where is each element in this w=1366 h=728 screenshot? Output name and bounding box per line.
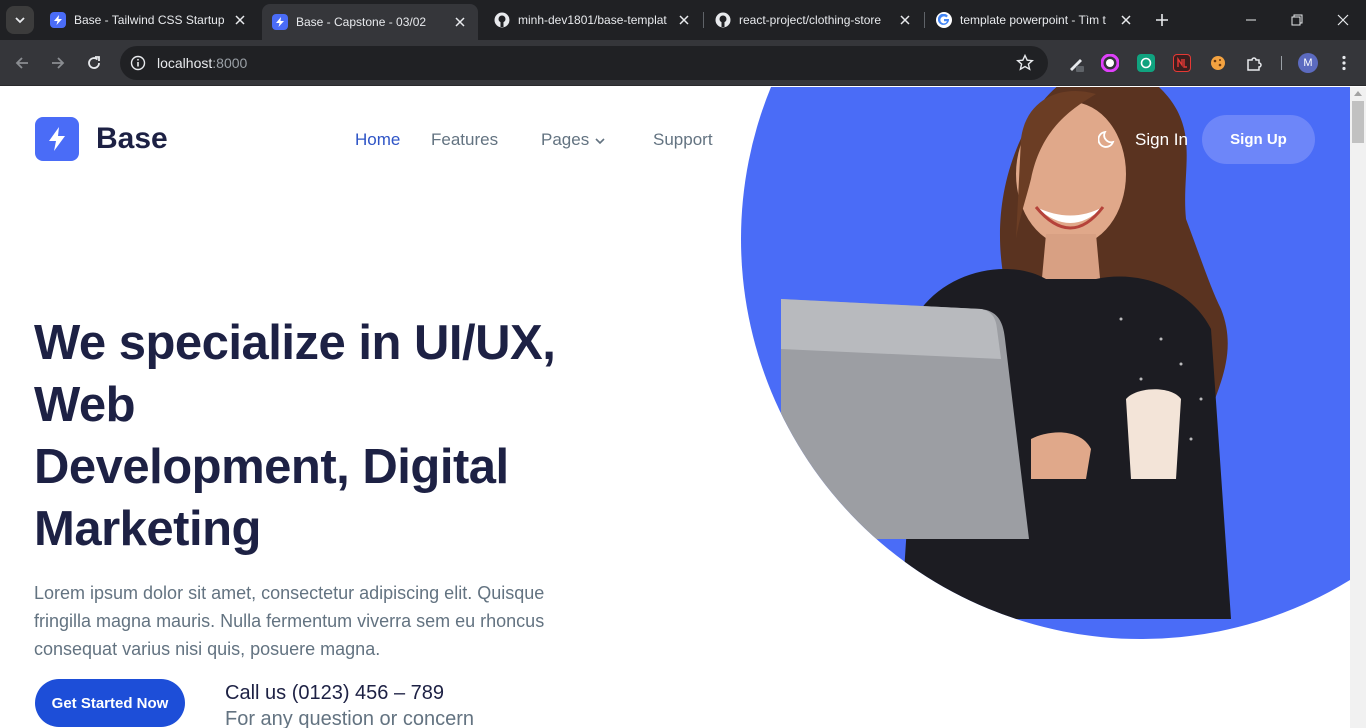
minimize-icon [1246, 19, 1256, 21]
url-host: localhost [157, 55, 213, 71]
tab-search-button[interactable] [6, 6, 34, 34]
tab-separator [703, 12, 704, 28]
headline-line: Web [34, 378, 136, 432]
close-tab-icon[interactable] [1118, 12, 1134, 28]
google-favicon-icon [936, 12, 952, 28]
tab-google-search[interactable]: template powerpoint - Tìm t [926, 4, 1144, 36]
browser-menu-icon[interactable] [1335, 54, 1353, 72]
bookmark-star-icon[interactable] [1016, 54, 1034, 72]
tab-title: minh-dev1801/base-templat [518, 13, 667, 27]
nav-pages-dropdown[interactable]: Pages [541, 130, 605, 150]
arrow-right-icon [52, 57, 65, 69]
tab-title: Base - Tailwind CSS Startup T [74, 13, 224, 27]
call-us-subtext: For any question or concern [225, 708, 475, 728]
nav-features-link[interactable]: Features [431, 130, 498, 150]
chatgpt-extension-icon[interactable] [1137, 54, 1155, 72]
tab-base-capstone[interactable]: Base - Capstone - 03/02 [262, 4, 478, 40]
close-tab-icon[interactable] [452, 14, 468, 30]
back-button[interactable] [8, 49, 36, 77]
address-bar[interactable]: localhost:8000 [120, 46, 1048, 80]
close-tab-icon[interactable] [232, 12, 248, 28]
nav-support-link[interactable]: Support [653, 130, 713, 150]
tab-title: Base - Capstone - 03/02 [296, 15, 427, 29]
browser-tab-bar: Base - Tailwind CSS Startup T Base - Cap… [0, 0, 1366, 40]
tab-title: react-project/clothing-store [739, 13, 882, 27]
nav-home-link[interactable]: Home [355, 130, 400, 150]
chevron-down-icon [595, 137, 605, 144]
moon-icon[interactable] [1098, 129, 1118, 149]
hero-headline: We specialize in UI/UX, Web Development,… [34, 312, 594, 560]
tab-separator [924, 12, 925, 28]
forward-button[interactable] [44, 49, 72, 77]
site-info-icon[interactable] [130, 55, 146, 71]
brand-logo[interactable]: Base [35, 117, 168, 161]
plus-icon [1156, 14, 1168, 26]
tab-github-clothing-store[interactable]: react-project/clothing-store [705, 4, 923, 36]
new-tab-button[interactable] [1150, 8, 1174, 32]
web-page: Base Home Features Pages Support Sign In… [0, 87, 1350, 728]
call-us-text: Call us (0123) 456 – 789 [225, 682, 445, 704]
sign-in-link[interactable]: Sign In [1135, 130, 1188, 150]
hero-description: Lorem ipsum dolor sit amet, consectetur … [34, 583, 545, 659]
profile-avatar[interactable]: M [1298, 53, 1318, 73]
tab-base-startup[interactable]: Base - Tailwind CSS Startup T [40, 4, 258, 36]
cookie-extension-icon[interactable] [1209, 54, 1227, 72]
color-picker-extension-icon[interactable] [1100, 53, 1120, 73]
restore-window-button[interactable] [1274, 0, 1320, 40]
close-tab-icon[interactable] [897, 12, 913, 28]
reload-button[interactable] [80, 49, 108, 77]
pen-extension-icon[interactable] [1067, 54, 1085, 72]
close-icon [1337, 14, 1349, 26]
page-scrollbar[interactable] [1350, 87, 1366, 728]
url-text: localhost:8000 [157, 55, 247, 71]
chevron-down-icon [15, 17, 25, 24]
headline-line: Development, Digital [34, 440, 509, 494]
bolt-icon [35, 117, 79, 161]
nav-pages-label: Pages [541, 130, 590, 149]
close-window-button[interactable] [1320, 0, 1366, 40]
scroll-up-arrow-icon[interactable] [1354, 91, 1362, 96]
extensions-puzzle-icon[interactable] [1245, 54, 1263, 72]
headline-line: We specialize in UI/UX, [34, 316, 556, 370]
reload-icon [88, 56, 100, 69]
nest-extension-icon[interactable] [1173, 54, 1191, 72]
close-tab-icon[interactable] [676, 12, 692, 28]
get-started-button[interactable]: Get Started Now [35, 679, 185, 727]
hero-image-circle [741, 87, 1350, 639]
browser-toolbar: localhost:8000 [0, 40, 1366, 86]
restore-icon [1291, 14, 1303, 26]
bolt-favicon-icon [272, 14, 288, 30]
toolbar-separator [1281, 56, 1282, 70]
url-port: :8000 [212, 55, 248, 71]
tab-title: template powerpoint - Tìm t [960, 13, 1106, 27]
scrollbar-thumb[interactable] [1352, 101, 1364, 143]
minimize-window-button[interactable] [1228, 0, 1274, 40]
github-favicon-icon [715, 12, 731, 28]
hero-woman-laptop-photo [781, 87, 1231, 619]
arrow-left-icon [15, 57, 28, 69]
brand-name: Base [96, 122, 168, 155]
github-favicon-icon [494, 12, 510, 28]
bolt-favicon-icon [50, 12, 66, 28]
headline-line: Marketing [34, 502, 261, 556]
tab-github-base-template[interactable]: minh-dev1801/base-templat [484, 4, 702, 36]
sign-up-button[interactable]: Sign Up [1202, 115, 1315, 164]
